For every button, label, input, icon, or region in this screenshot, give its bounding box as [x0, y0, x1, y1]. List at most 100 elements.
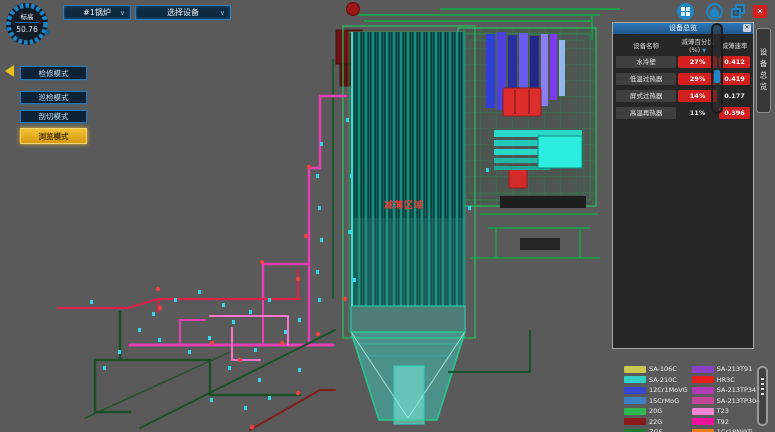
- legend-label: 20G: [649, 407, 662, 415]
- layer-square: [731, 8, 741, 18]
- equipment-view-icon[interactable]: [677, 3, 694, 20]
- boiler-monitor-app: { "gauge": { "label": "标高", "value": "50…: [0, 0, 775, 432]
- mode-button-overhaul[interactable]: 检修模式: [20, 66, 87, 80]
- ash-hopper: [351, 306, 530, 424]
- color-swatch: [624, 408, 646, 415]
- legend-item: SA-210C: [624, 375, 688, 386]
- elevation-gauge: 标高 50.76: [4, 1, 50, 47]
- device-name: 屏式过热器: [616, 90, 676, 102]
- device-name: 高温再热器: [616, 107, 676, 119]
- color-swatch: [692, 397, 714, 404]
- panel-close-button[interactable]: ✕: [743, 24, 751, 32]
- mode-button-label: 巡检模式: [39, 92, 69, 103]
- color-swatch: [692, 376, 714, 383]
- col-label: 减薄百分比(%): [681, 38, 714, 54]
- boiler-select-dropdown[interactable]: #1锅炉 ∨: [63, 5, 131, 20]
- chevron-down-icon: ∨: [220, 9, 225, 17]
- legend-item: 15CrMoG: [624, 396, 688, 407]
- legend-item: SA-106C: [624, 364, 688, 375]
- lower-pipe-network: [58, 270, 335, 430]
- close-icon: ✕: [744, 24, 749, 31]
- panel-title: 设备总览: [669, 24, 697, 32]
- legend-label: 12Cr1MoVG: [649, 386, 688, 394]
- panel-titlebar[interactable]: 设备总览 ✕: [613, 23, 753, 34]
- mode-button-inspection[interactable]: 巡检模式: [20, 91, 87, 104]
- legend-label: 22G: [649, 418, 662, 426]
- legend-label: SA-210C: [649, 376, 677, 384]
- riser-piping: [263, 60, 346, 345]
- material-legend: SA-106C SA-210C 12Cr1MoVG 15CrMoG 20G 22…: [624, 364, 760, 432]
- legend-label: SA-213T91: [717, 365, 753, 373]
- tab-label: 设备总览: [758, 48, 769, 94]
- legend-column-right: SA-213T91 HR3C SA-213TP347 SA-213TP304 T…: [692, 364, 761, 432]
- legend-label: ZGS: [649, 428, 663, 432]
- thinning-rate: 0.419: [719, 73, 750, 85]
- table-row[interactable]: 屏式过热器 14% 0.177: [616, 90, 750, 102]
- mode-button-label: 检修模式: [39, 68, 69, 79]
- color-swatch: [624, 387, 646, 394]
- color-swatch: [692, 366, 714, 373]
- wear-table: 设备名称 减薄百分比(%) ▼ 减薄速率 水冷壁 27% 0.412 低温过热器…: [616, 39, 750, 119]
- legend-item: T92: [692, 417, 761, 428]
- table-header: 设备名称 减薄百分比(%) ▼ 减薄速率: [616, 39, 750, 51]
- slider-handle[interactable]: [714, 70, 720, 83]
- color-swatch: [692, 387, 714, 394]
- tab-equipment-overview[interactable]: 设备总览: [756, 28, 771, 113]
- close-view-button[interactable]: ✕: [753, 5, 767, 18]
- legend-item: SA-213T91: [692, 364, 761, 375]
- legend-item: 1Cr18Ni9Ti: [692, 427, 761, 432]
- color-swatch: [624, 418, 646, 425]
- color-swatch: [692, 408, 714, 415]
- valve-dots: [156, 165, 347, 429]
- device-select-value: 选择设备: [167, 7, 199, 18]
- legend-item: 20G: [624, 406, 688, 417]
- table-row[interactable]: 水冷壁 27% 0.412: [616, 56, 750, 68]
- legend-item: SA-213TP304: [692, 396, 761, 407]
- mode-button-section[interactable]: 剖切模式: [20, 110, 87, 123]
- collapse-panel-arrow-icon[interactable]: [5, 65, 14, 77]
- thinning-rate: 0.412: [719, 56, 750, 68]
- gauge-label: 标高: [21, 12, 35, 21]
- device-select-dropdown[interactable]: 选择设备 ∨: [135, 5, 231, 20]
- legend-item: ZGS: [624, 427, 688, 432]
- table-row[interactable]: 高温再热器 11% 0.396: [616, 107, 750, 119]
- thinning-area-label: 减薄区域: [384, 199, 424, 211]
- legend-label: SA-213TP347: [717, 386, 761, 394]
- legend-label: 1Cr18Ni9Ti: [717, 428, 753, 432]
- legend-label: T23: [717, 407, 729, 415]
- color-swatch: [624, 366, 646, 373]
- gauge-value: 50.76: [16, 25, 38, 34]
- color-swatch: [624, 376, 646, 383]
- water-drop-icon[interactable]: [706, 3, 723, 20]
- col-thinning-rate: 减薄速率: [719, 40, 750, 50]
- furnace-tower[interactable]: 减薄区域: [343, 26, 475, 338]
- view-height-slider[interactable]: [711, 23, 723, 114]
- legend-item: 12Cr1MoVG: [624, 385, 688, 396]
- legend-item: SA-213TP347: [692, 385, 761, 396]
- mode-button-label: 浏览模式: [39, 131, 69, 142]
- legend-item: HR3C: [692, 375, 761, 386]
- legend-column-left: SA-106C SA-210C 12Cr1MoVG 15CrMoG 20G 22…: [624, 364, 688, 432]
- legend-label: SA-106C: [649, 365, 677, 373]
- sort-desc-icon[interactable]: ▼: [702, 48, 706, 54]
- legend-label: 15CrMoG: [649, 397, 679, 405]
- boiler-select-value: #1锅炉: [83, 7, 111, 18]
- legend-label: SA-213TP304: [717, 397, 761, 405]
- thinning-rate: 0.396: [719, 107, 750, 119]
- legend-label: T92: [717, 418, 729, 426]
- device-name: 水冷壁: [616, 56, 676, 68]
- table-row[interactable]: 低温过热器 29% 0.419: [616, 73, 750, 85]
- close-icon: ✕: [757, 7, 764, 16]
- equipment-overview-panel: 设备总览 ✕ 设备名称 减薄百分比(%) ▼ 减薄速率 水冷壁 27% 0.41…: [612, 22, 754, 349]
- legend-item: T23: [692, 406, 761, 417]
- layers-icon[interactable]: [731, 4, 746, 19]
- legend-scrollbar[interactable]: [757, 366, 768, 426]
- mode-button-browse[interactable]: 浏览模式: [20, 128, 87, 144]
- chevron-down-icon: ∨: [120, 9, 125, 17]
- mode-button-label: 剖切模式: [39, 111, 69, 122]
- col-device-name: 设备名称: [616, 40, 676, 50]
- legend-label: HR3C: [717, 376, 735, 384]
- color-swatch: [692, 418, 714, 425]
- thinning-rate: 0.177: [719, 90, 750, 102]
- legend-item: 22G: [624, 417, 688, 428]
